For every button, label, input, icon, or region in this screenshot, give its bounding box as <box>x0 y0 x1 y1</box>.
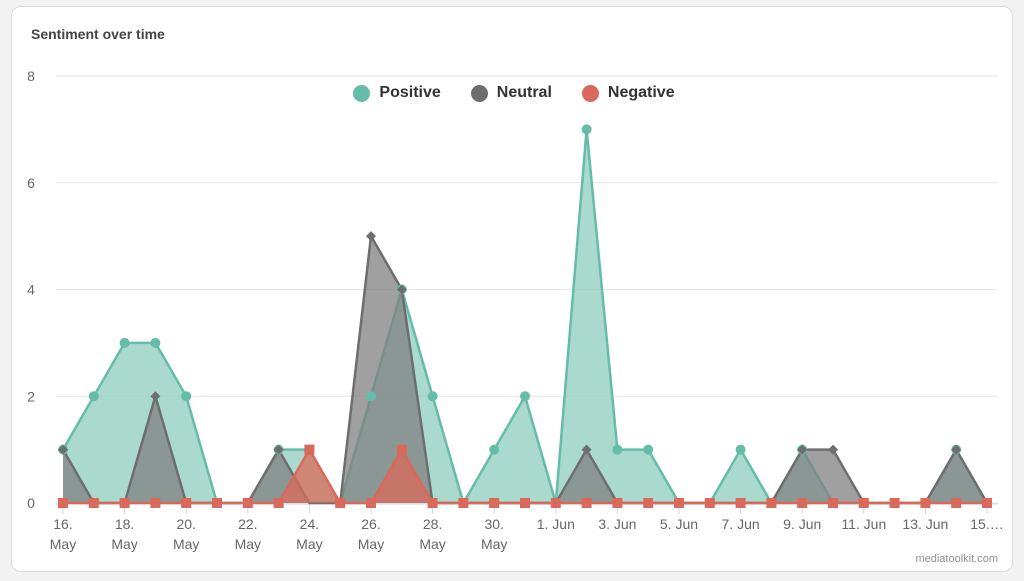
legend-item-positive[interactable]: Positive <box>353 84 441 102</box>
y-tick-label: 8 <box>27 68 35 84</box>
legend-item-neutral[interactable]: Neutral <box>470 84 552 102</box>
credit-link[interactable]: mediatoolkit.com <box>915 553 998 565</box>
x-tick-label: 24. May <box>296 516 322 552</box>
point-negative <box>242 498 253 508</box>
point-negative <box>88 498 99 508</box>
point-negative <box>704 498 715 508</box>
x-tick-label: 5. Jun <box>660 516 698 532</box>
point-negative <box>982 498 992 508</box>
point-negative <box>797 498 808 508</box>
point-negative <box>366 498 376 508</box>
point-negative <box>520 498 530 508</box>
point-negative <box>828 498 838 508</box>
point-negative <box>335 498 346 508</box>
y-tick-label: 4 <box>27 282 35 298</box>
legend-item-negative[interactable]: Negative <box>581 84 675 102</box>
point-positive <box>181 391 192 402</box>
legend-label-neutral: Neutral <box>496 84 552 101</box>
point-positive <box>119 337 130 348</box>
point-positive <box>581 124 592 135</box>
point-positive <box>366 391 376 402</box>
point-positive <box>150 337 161 348</box>
y-tick-label: 6 <box>27 175 35 191</box>
point-negative <box>612 498 623 508</box>
legend-label-positive: Positive <box>379 84 441 101</box>
point-neutral <box>366 231 376 242</box>
x-tick-label: 1. Jun <box>537 516 575 532</box>
point-negative <box>212 498 222 508</box>
point-positive <box>612 444 623 455</box>
point-negative <box>889 498 900 508</box>
legend-marker-negative <box>581 84 599 102</box>
point-negative <box>735 498 746 508</box>
point-negative <box>920 498 931 508</box>
point-negative <box>489 498 500 508</box>
point-negative <box>119 498 130 508</box>
x-tick-label: 7. Jun <box>722 516 760 532</box>
point-negative <box>396 444 407 455</box>
x-tick-label: 3. Jun <box>598 516 636 532</box>
point-positive <box>735 444 746 455</box>
legend-label-negative: Negative <box>607 84 675 101</box>
point-negative <box>273 498 284 508</box>
point-negative <box>427 498 438 508</box>
legend-marker-neutral <box>470 84 488 102</box>
point-negative <box>674 498 684 508</box>
point-negative <box>150 498 161 508</box>
x-tick-label: 22. May <box>235 516 261 552</box>
x-tick-label: 18. May <box>111 516 137 552</box>
point-positive <box>88 391 99 402</box>
x-tick-label: 15.… <box>970 516 1003 532</box>
point-positive <box>643 444 654 455</box>
x-tick-label: 13. Jun <box>902 516 948 532</box>
x-tick-label: 28. May <box>419 516 445 552</box>
x-tick-label: 9. Jun <box>783 516 821 532</box>
point-negative <box>581 498 592 508</box>
point-negative <box>643 498 654 508</box>
point-negative <box>58 498 68 508</box>
point-negative <box>766 498 777 508</box>
x-tick-label: 20. May <box>173 516 199 552</box>
point-negative <box>951 498 962 508</box>
y-tick-label: 2 <box>27 388 35 404</box>
point-positive <box>520 391 530 402</box>
point-positive <box>427 391 438 402</box>
point-negative <box>304 444 315 455</box>
legend-marker-positive <box>353 84 371 102</box>
x-tick-label: 16. May <box>50 516 76 552</box>
x-tick-label: 26. May <box>358 516 384 552</box>
point-positive <box>489 444 500 455</box>
point-negative <box>458 498 469 508</box>
point-negative <box>858 498 869 508</box>
point-negative <box>550 498 561 508</box>
y-tick-label: 0 <box>27 495 35 511</box>
x-tick-label: 30. May <box>481 516 507 552</box>
x-tick-label: 11. Jun <box>841 516 886 532</box>
chart-legend: Positive Neutral Negative <box>0 84 1024 102</box>
point-negative <box>181 498 192 508</box>
